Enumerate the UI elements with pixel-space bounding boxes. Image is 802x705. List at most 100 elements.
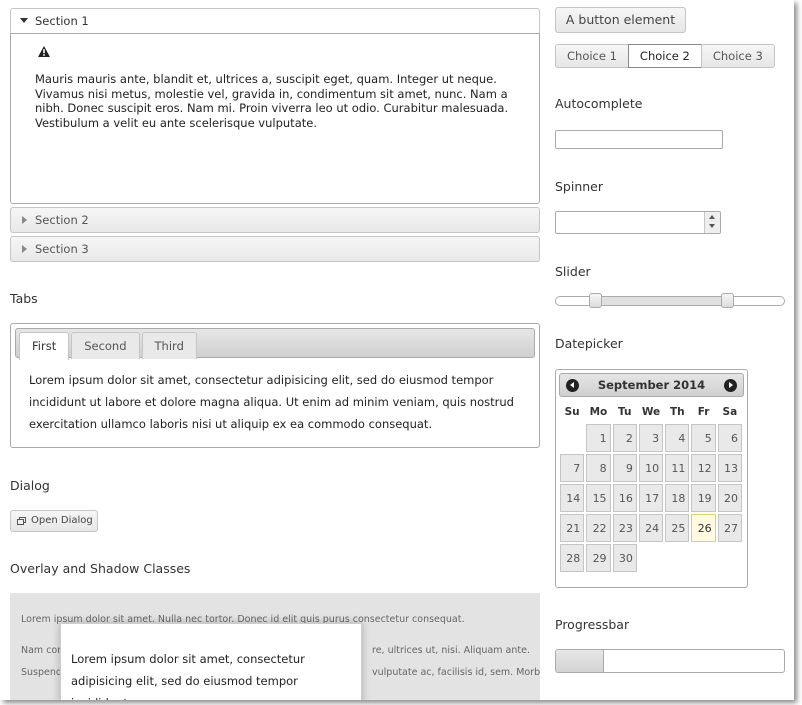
day-cell[interactable]: 28 <box>560 544 585 572</box>
day-cell-today[interactable]: 26 <box>691 514 716 542</box>
choice-3-button[interactable]: Choice 3 <box>700 44 775 68</box>
open-dialog-label: Open Dialog <box>31 515 93 526</box>
weekday-label: Su <box>564 406 580 418</box>
day-cell[interactable]: 11 <box>665 454 690 482</box>
tab-first[interactable]: First <box>19 332 70 360</box>
progressbar-value <box>556 650 604 672</box>
tab-panel-content: Lorem ipsum dolor sit amet, consectetur … <box>29 373 514 431</box>
day-cell[interactable]: 27 <box>717 514 742 542</box>
day-cell[interactable]: 21 <box>560 514 585 542</box>
day-cell[interactable]: 2 <box>612 424 637 452</box>
day-cell[interactable]: 20 <box>717 484 742 512</box>
tab-bar: First Second Third <box>15 328 535 360</box>
shadow-dialog: Lorem ipsum dolor sit amet, consectetur … <box>60 623 362 700</box>
day-cell[interactable]: 29 <box>586 544 611 572</box>
autocomplete-input[interactable] <box>555 130 723 149</box>
button-element[interactable]: A button element <box>555 7 686 33</box>
empty-day-cell <box>560 424 584 452</box>
accordion-section-1-content: Mauris mauris ante, blandit et, ultrices… <box>10 33 540 204</box>
spinner-heading: Spinner <box>555 179 604 194</box>
accordion-section-3-header[interactable]: Section 3 <box>10 236 540 262</box>
day-cell[interactable]: 15 <box>586 484 611 512</box>
empty-day-cell <box>665 544 689 572</box>
day-cell[interactable]: 6 <box>717 424 742 452</box>
next-circle-icon[interactable] <box>724 379 737 392</box>
day-cell[interactable]: 5 <box>691 424 716 452</box>
overlay-text-line: Nam con <box>21 645 64 656</box>
slider-range <box>594 297 727 305</box>
collapsed-triangle-icon <box>22 245 27 253</box>
alert-icon <box>38 46 50 57</box>
choice-buttonset: Choice 1 Choice 2 Choice 3 <box>555 44 775 68</box>
datepicker-month-label: September 2014 <box>597 378 706 392</box>
day-cell[interactable]: 10 <box>638 454 664 482</box>
day-cell[interactable]: 18 <box>665 484 690 512</box>
tabs-heading: Tabs <box>10 291 38 306</box>
calendar-grid: Su Mo Tu We Th Fr Sa 1 2 3 4 5 6 7 8 9 10 11 12 13 14 15 16 17… <box>558 400 744 574</box>
slider-handle[interactable] <box>721 293 734 308</box>
empty-day-cell <box>718 544 742 572</box>
day-cell[interactable]: 25 <box>665 514 690 542</box>
overlay-text-line: Suspend <box>21 667 62 678</box>
weekday-label: Fr <box>697 406 710 418</box>
dialog-heading: Dialog <box>10 478 50 493</box>
overlay-text-line: vulputate ac, facilisis id, sem. Morbi <box>372 667 540 678</box>
new-window-icon <box>17 517 26 525</box>
weekday-label: Sa <box>722 406 738 418</box>
datepicker: September 2014 Su Mo Tu We Th Fr Sa 1234567891… <box>555 369 748 588</box>
accordion-section-1-header[interactable]: Section 1 <box>10 8 540 34</box>
slider-heading: Slider <box>555 264 591 279</box>
choice-2-button[interactable]: Choice 2 <box>627 44 702 68</box>
progressbar-heading: Progressbar <box>555 617 630 632</box>
day-cell[interactable]: 24 <box>638 514 664 542</box>
day-cell[interactable]: 14 <box>560 484 585 512</box>
tab-second[interactable]: Second <box>71 332 140 359</box>
day-cell[interactable]: 16 <box>612 484 637 512</box>
empty-day-cell <box>691 544 715 572</box>
prev-circle-icon[interactable] <box>566 379 579 392</box>
day-cell[interactable]: 23 <box>612 514 637 542</box>
day-cell[interactable]: 30 <box>612 544 637 572</box>
day-cell[interactable]: 17 <box>638 484 664 512</box>
tabs-widget: First Second Third Lorem ipsum dolor sit… <box>10 323 540 448</box>
accordion-section-label: Section 3 <box>35 242 89 256</box>
spinner-up-icon[interactable] <box>709 215 715 219</box>
day-cell[interactable]: 7 <box>560 454 585 482</box>
collapsed-triangle-icon <box>22 216 27 224</box>
datepicker-heading: Datepicker <box>555 336 623 351</box>
day-cell[interactable]: 9 <box>612 454 637 482</box>
weekday-label: Th <box>669 406 685 418</box>
spinner-buttons <box>704 212 720 233</box>
choice-1-button[interactable]: Choice 1 <box>555 44 629 68</box>
tab-third[interactable]: Third <box>141 332 197 359</box>
overlay-heading: Overlay and Shadow Classes <box>10 561 191 576</box>
day-cell[interactable]: 22 <box>586 514 611 542</box>
progressbar <box>555 649 785 673</box>
accordion-content-text: Mauris mauris ante, blandit et, ultrices… <box>35 72 509 130</box>
day-cell[interactable]: 1 <box>586 424 611 452</box>
accordion-section-2-header[interactable]: Section 2 <box>10 207 540 233</box>
overlay-text-line: re, ultrices ut, nisi. Aliquam ante. <box>372 645 530 656</box>
weekday-label: We <box>641 406 661 418</box>
slider-handle[interactable] <box>588 293 602 308</box>
spinner-down-icon[interactable] <box>709 224 715 228</box>
day-cell[interactable]: 13 <box>717 454 742 482</box>
day-cell[interactable]: 8 <box>586 454 611 482</box>
day-cell[interactable]: 12 <box>691 454 716 482</box>
day-cell[interactable]: 3 <box>638 424 664 452</box>
day-cell[interactable]: 19 <box>691 484 716 512</box>
spinner-input[interactable] <box>555 211 721 234</box>
slider-track[interactable] <box>555 293 785 308</box>
accordion-section-label: Section 1 <box>35 14 89 28</box>
weekday-label: Mo <box>589 406 608 418</box>
overlay-demo-area: Lorem ipsum dolor sit amet. Nulla nec to… <box>10 593 540 700</box>
accordion-section-label: Section 2 <box>35 213 89 227</box>
jquery-ui-demo-page: Section 1 Mauris mauris ante, blandit et… <box>0 0 794 700</box>
weekday-label: Tu <box>617 406 632 418</box>
autocomplete-heading: Autocomplete <box>555 96 643 111</box>
day-cell[interactable]: 4 <box>665 424 690 452</box>
empty-day-cell <box>639 544 663 572</box>
datepicker-header: September 2014 <box>559 373 744 397</box>
expanded-triangle-icon <box>20 18 28 23</box>
open-dialog-button[interactable]: Open Dialog <box>10 510 98 532</box>
